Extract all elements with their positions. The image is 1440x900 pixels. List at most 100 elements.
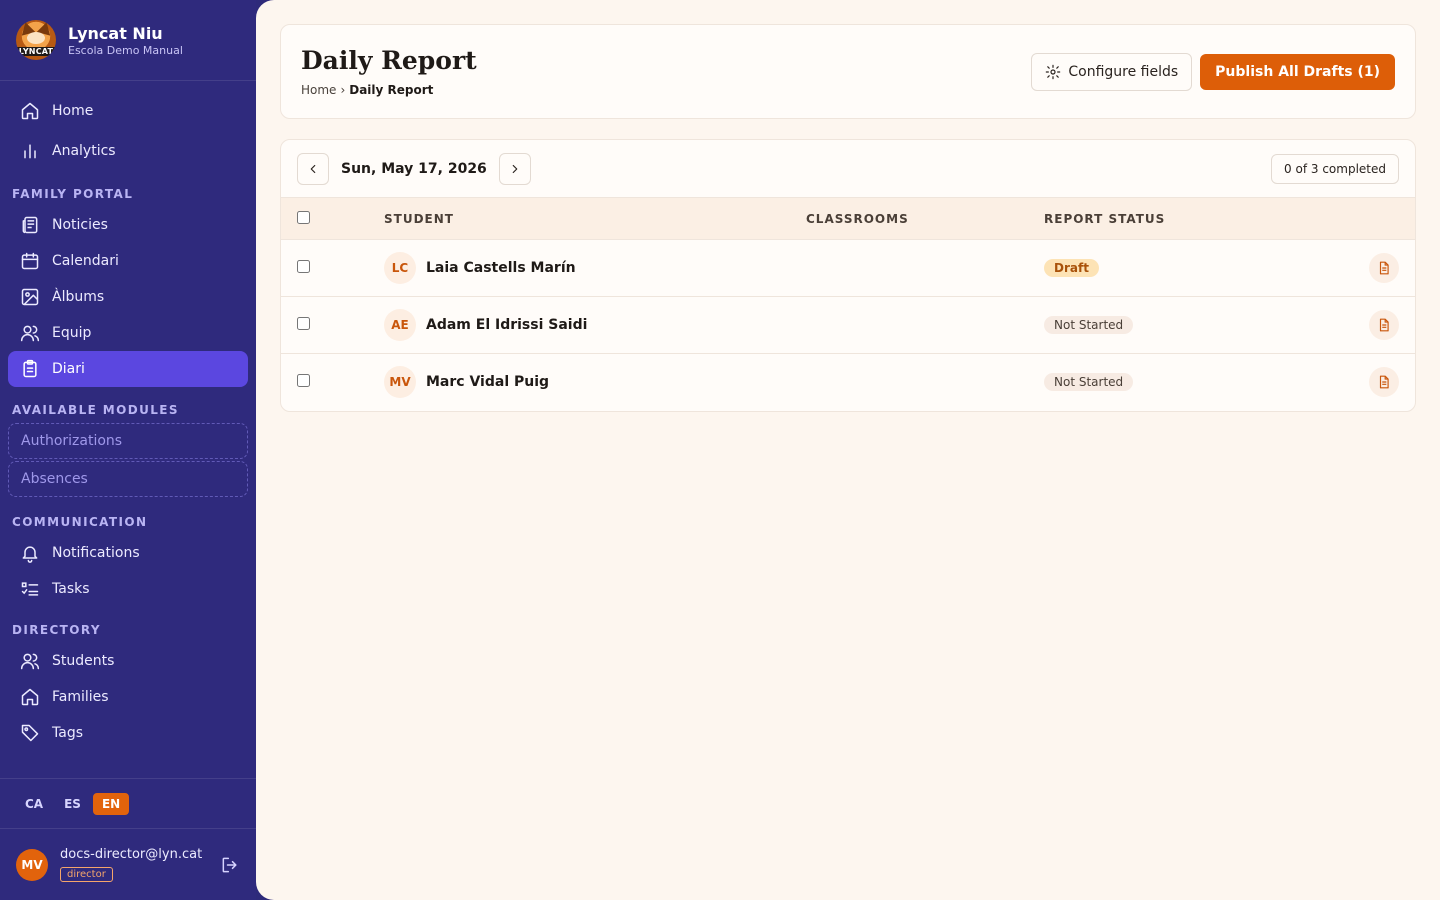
bell-icon [22, 546, 38, 563]
logout-icon[interactable] [220, 855, 240, 875]
configure-fields-button[interactable]: Configure fields [1031, 52, 1193, 91]
app-root: LYNCAT Lyncat Niu Escola Demo Manual Hom… [0, 0, 1440, 900]
table-header-row: STUDENT CLASSROOMS REPORT STATUS [281, 197, 1415, 240]
sidebar-item-home[interactable]: Home [8, 91, 248, 131]
daily-report-table-card: Sun, May 17, 2026 0 of 3 completed STUDE… [280, 139, 1416, 412]
tag-icon [21, 724, 39, 742]
column-header-classrooms: CLASSROOMS [806, 197, 1044, 240]
column-header-report-status: REPORT STATUS [1044, 197, 1364, 240]
sidebar-item-label: Noticies [52, 217, 108, 233]
main-content: Daily Report Home › Daily Report Configure… [256, 0, 1440, 900]
current-date: Sun, May 17, 2026 [341, 160, 487, 177]
chevron-left-icon [310, 164, 316, 173]
sidebar-item-students[interactable]: Students [8, 643, 248, 679]
configure-fields-label: Configure fields [1068, 63, 1179, 80]
calendar-icon [21, 252, 39, 270]
sidebar-item-tags[interactable]: Tags [8, 715, 248, 751]
row-checkbox[interactable] [297, 373, 310, 387]
student-name[interactable]: Laia Castells Marín [426, 260, 576, 276]
sidebar-item-label: Home [52, 103, 94, 119]
sidebar-item-noticies[interactable]: Noticies [8, 207, 248, 243]
sidebar-item-label: Analytics [52, 143, 116, 159]
breadcrumb-home-link[interactable]: Home [301, 83, 336, 97]
lang-en-button[interactable]: EN [92, 792, 130, 815]
breadcrumb: Home › Daily Report [301, 83, 477, 97]
breadcrumb-current: Daily Report [349, 83, 434, 97]
student-name[interactable]: Marc Vidal Puig [426, 374, 549, 390]
student-avatar: AE [384, 309, 416, 341]
status-badge: Not Started [1044, 373, 1134, 392]
language-switcher: CA ES EN [0, 778, 256, 828]
table-row[interactable]: AE Adam El Idrissi Saidi Not Started [281, 296, 1415, 354]
sidebar-nav: Home Analytics FAMILY PORTAL Noticies Ca… [0, 81, 256, 778]
module-absences[interactable]: Absences [8, 461, 248, 497]
chevron-right-icon [512, 164, 518, 173]
sidebar-item-label: Students [52, 653, 115, 669]
open-report-button[interactable] [1369, 310, 1399, 340]
student-avatar: LC [384, 252, 416, 284]
sidebar-item-label: Calendari [52, 253, 119, 269]
sidebar-item-diari[interactable]: Diari [8, 351, 248, 387]
page-header: Daily Report Home › Daily Report Configure… [280, 24, 1416, 119]
sidebar-item-equip[interactable]: Equip [8, 315, 248, 351]
status-badge: Not Started [1044, 316, 1134, 334]
clipboard-icon [23, 359, 37, 378]
newspaper-icon [22, 216, 38, 234]
next-day-button[interactable] [498, 152, 531, 185]
sidebar-item-label: Diari [52, 361, 85, 377]
image-icon [21, 288, 39, 306]
bar-chart-icon [24, 144, 36, 159]
brand[interactable]: LYNCAT Lyncat Niu Escola Demo Manual [0, 0, 256, 81]
previous-day-button[interactable] [297, 152, 329, 185]
app-name: Lyncat Niu [68, 23, 163, 43]
open-report-button[interactable] [1369, 253, 1399, 283]
document-icon [1379, 375, 1389, 389]
sidebar-item-tasks[interactable]: Tasks [8, 571, 248, 607]
select-all-checkbox[interactable] [297, 210, 310, 224]
document-icon [1379, 261, 1389, 275]
sidebar-item-label: Tags [52, 725, 83, 741]
avatar: MV [16, 848, 48, 881]
users-icon [20, 325, 40, 342]
home-icon [21, 688, 39, 706]
report-toolbar: Sun, May 17, 2026 0 of 3 completed [281, 140, 1415, 197]
checklist-icon [21, 582, 39, 596]
column-header-student: STUDENT [384, 197, 806, 240]
module-authorizations[interactable]: Authorizations [8, 423, 248, 459]
sidebar-item-albums[interactable]: Àlbums [8, 279, 248, 315]
section-available-modules: AVAILABLE MODULES [12, 403, 179, 417]
row-checkbox[interactable] [297, 316, 310, 330]
students-report-table: STUDENT CLASSROOMS REPORT STATUS LC Laia … [281, 197, 1415, 411]
lang-es-button[interactable]: ES [55, 793, 90, 815]
home-icon [21, 102, 39, 120]
section-family-portal: FAMILY PORTAL [12, 187, 134, 201]
sidebar-item-label: Notifications [52, 545, 140, 561]
student-avatar: MV [384, 366, 416, 399]
user-panel: MV docs-director@lyn.cat director [0, 828, 256, 900]
sidebar-item-families[interactable]: Families [8, 679, 248, 715]
publish-all-drafts-button[interactable]: Publish All Drafts (1) [1200, 53, 1395, 90]
student-classrooms [806, 354, 1044, 411]
school-name: Escola Demo Manual [68, 43, 183, 57]
section-communication: COMMUNICATION [12, 515, 148, 529]
lang-ca-button[interactable]: CA [16, 793, 52, 815]
completed-count-badge: 0 of 3 completed [1271, 153, 1399, 184]
open-report-button[interactable] [1369, 367, 1399, 398]
section-directory: DIRECTORY [12, 623, 101, 637]
table-row[interactable]: MV Marc Vidal Puig Not Started [281, 354, 1415, 411]
sidebar-item-label: Equip [52, 325, 92, 341]
document-icon [1379, 318, 1389, 332]
sidebar-item-analytics[interactable]: Analytics [8, 131, 248, 171]
gear-icon [1046, 64, 1061, 79]
sidebar-item-notifications[interactable]: Notifications [8, 535, 248, 571]
breadcrumb-separator: › [340, 83, 346, 97]
sidebar-item-calendari[interactable]: Calendari [8, 243, 248, 279]
row-checkbox[interactable] [297, 259, 310, 273]
table-row[interactable]: LC Laia Castells Marín Draft [281, 239, 1415, 297]
sidebar: LYNCAT Lyncat Niu Escola Demo Manual Hom… [0, 0, 256, 900]
student-classrooms [806, 296, 1044, 354]
student-name[interactable]: Adam El Idrissi Saidi [426, 317, 587, 333]
users-icon [20, 653, 40, 670]
user-email: docs-director@lyn.cat [60, 847, 203, 862]
lyncat-logo-icon: LYNCAT [16, 20, 56, 60]
